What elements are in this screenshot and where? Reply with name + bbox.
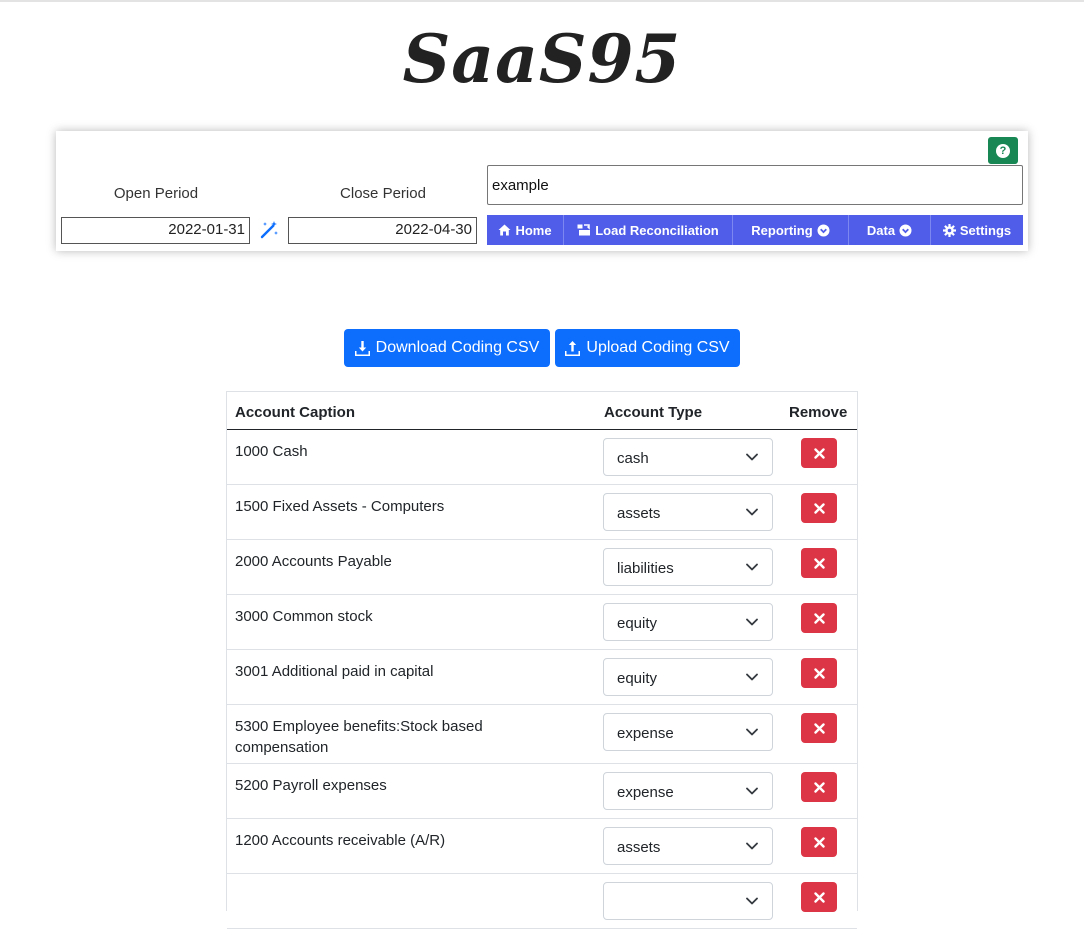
- upload-icon: [565, 340, 581, 356]
- chevron-circle-icon: [899, 224, 912, 236]
- table-row: 3001 Additional paid in capital equity: [227, 650, 857, 705]
- upload-coding-csv-button[interactable]: Upload Coding CSV: [555, 329, 740, 367]
- account-type-select[interactable]: equity: [603, 603, 773, 641]
- close-icon: [813, 781, 825, 793]
- account-type-value: assets: [617, 505, 661, 522]
- account-type-value: equity: [617, 615, 658, 632]
- remove-row-button[interactable]: [801, 603, 837, 633]
- account-type-value: liabilities: [617, 560, 674, 577]
- account-type-value: expense: [617, 784, 674, 801]
- nav-settings[interactable]: Settings: [931, 215, 1023, 245]
- remove-row-button[interactable]: [801, 658, 837, 688]
- account-type-value: equity: [617, 670, 658, 687]
- close-icon: [813, 891, 825, 903]
- main-nav: Home Load Reconciliation Reporting Data: [487, 215, 1023, 245]
- remove-row-button[interactable]: [801, 827, 837, 857]
- account-type-select[interactable]: expense: [603, 772, 773, 810]
- chevron-down-icon: [746, 842, 758, 850]
- account-type-select[interactable]: equity: [603, 658, 773, 696]
- nav-home[interactable]: Home: [487, 215, 564, 245]
- account-type-select[interactable]: assets: [603, 827, 773, 865]
- download-icon: [354, 340, 370, 356]
- nav-reporting-label: Reporting: [751, 222, 813, 238]
- remove-row-button[interactable]: [801, 772, 837, 802]
- toolbar-card: ? Open Period 2022-01-31 Close Period 20…: [56, 131, 1028, 251]
- remove-row-button[interactable]: [801, 882, 837, 912]
- top-divider: [0, 0, 1084, 2]
- home-icon: [498, 224, 511, 236]
- account-caption: 1000 Cash: [235, 443, 308, 460]
- table-row: 5300 Employee benefits:Stock based compe…: [227, 705, 857, 764]
- nav-data[interactable]: Data: [849, 215, 931, 245]
- close-icon: [813, 836, 825, 848]
- remove-row-button[interactable]: [801, 713, 837, 743]
- table-row: 3000 Common stock equity: [227, 595, 857, 650]
- account-caption: 5200 Payroll expenses: [235, 777, 387, 794]
- account-caption: 5300 Employee benefits:Stock based compe…: [235, 718, 483, 756]
- account-type-value: expense: [617, 725, 674, 742]
- nav-load-reconciliation[interactable]: Load Reconciliation: [564, 215, 733, 245]
- chevron-down-icon: [746, 897, 758, 905]
- close-icon: [813, 612, 825, 624]
- nav-load-reconciliation-label: Load Reconciliation: [595, 222, 719, 238]
- close-icon: [813, 722, 825, 734]
- table-row: [227, 874, 857, 929]
- header-remove: Remove: [789, 404, 848, 421]
- table-row: 1500 Fixed Assets - Computers assets: [227, 485, 857, 540]
- magic-wand-icon[interactable]: [259, 220, 279, 240]
- reconcile-icon: [577, 224, 591, 236]
- header-account-type: Account Type: [604, 404, 703, 421]
- close-icon: [813, 667, 825, 679]
- chevron-down-icon: [746, 563, 758, 571]
- remove-row-button[interactable]: [801, 438, 837, 468]
- account-type-select[interactable]: liabilities: [603, 548, 773, 586]
- chevron-down-icon: [746, 453, 758, 461]
- account-caption: 1200 Accounts receivable (A/R): [235, 832, 446, 849]
- account-type-select[interactable]: assets: [603, 493, 773, 531]
- gear-icon: [942, 223, 956, 237]
- chevron-down-icon: [746, 728, 758, 736]
- account-type-select[interactable]: cash: [603, 438, 773, 476]
- account-type-value: cash: [617, 450, 649, 467]
- chevron-down-icon: [746, 673, 758, 681]
- close-period-input[interactable]: 2022-04-30: [288, 217, 477, 244]
- close-icon: [813, 447, 825, 459]
- search-input[interactable]: example: [487, 165, 1023, 205]
- table-row: 2000 Accounts Payable liabilities: [227, 540, 857, 595]
- account-caption: 3000 Common stock: [235, 608, 373, 625]
- table-header: Account Caption Account Type Remove: [227, 392, 857, 430]
- upload-label: Upload Coding CSV: [586, 339, 730, 356]
- account-type-value: assets: [617, 839, 661, 856]
- download-label: Download Coding CSV: [375, 339, 540, 356]
- nav-home-label: Home: [515, 222, 552, 238]
- close-period-label: Close Period: [340, 185, 426, 202]
- chevron-down-icon: [746, 787, 758, 795]
- account-caption: 3001 Additional paid in capital: [235, 663, 434, 680]
- chevron-down-icon: [746, 508, 758, 516]
- help-icon: ?: [996, 143, 1010, 158]
- open-period-label: Open Period: [113, 185, 199, 202]
- account-caption: 1500 Fixed Assets - Computers: [235, 498, 445, 515]
- download-coding-csv-button[interactable]: Download Coding CSV: [344, 329, 550, 367]
- account-caption: 2000 Accounts Payable: [235, 553, 392, 570]
- account-coding-table: Account Caption Account Type Remove 1000…: [226, 391, 858, 929]
- close-icon: [813, 557, 825, 569]
- chevron-circle-icon: [817, 224, 830, 236]
- app-logo: SaaS95: [402, 20, 682, 98]
- table-row: 5200 Payroll expenses expense: [227, 764, 857, 819]
- nav-data-label: Data: [866, 222, 896, 238]
- account-type-select[interactable]: expense: [603, 713, 773, 751]
- table-row: 1200 Accounts receivable (A/R) assets: [227, 819, 857, 874]
- remove-row-button[interactable]: [801, 493, 837, 523]
- header-account-caption: Account Caption: [235, 404, 355, 421]
- close-icon: [813, 502, 825, 514]
- help-button[interactable]: ?: [988, 137, 1018, 164]
- nav-settings-label: Settings: [959, 222, 1012, 238]
- table-row: 1000 Cash cash: [227, 430, 857, 485]
- remove-row-button[interactable]: [801, 548, 837, 578]
- chevron-down-icon: [746, 618, 758, 626]
- open-period-input[interactable]: 2022-01-31: [61, 217, 250, 244]
- nav-reporting[interactable]: Reporting: [733, 215, 849, 245]
